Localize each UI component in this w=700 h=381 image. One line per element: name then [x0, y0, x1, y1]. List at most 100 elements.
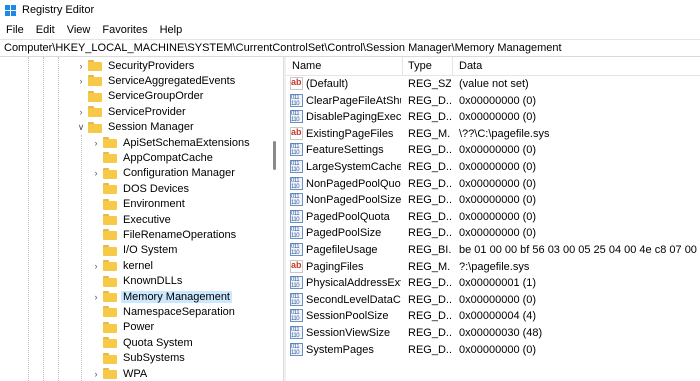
menu-view[interactable]: View: [61, 24, 97, 36]
binary-value-icon: [290, 276, 303, 290]
value-type: REG_D...: [408, 277, 451, 290]
chevron-right-icon[interactable]: ›: [91, 135, 101, 150]
tree-node[interactable]: SubSystems: [91, 351, 187, 366]
value-row[interactable]: LargeSystemCache REG_D... 0x00000000 (0): [286, 159, 700, 175]
chevron-right-icon[interactable]: ›: [76, 104, 86, 119]
tree-node[interactable]: Quota System: [91, 335, 195, 350]
tree-node[interactable]: KnownDLLs: [91, 274, 184, 289]
folder-icon: [103, 275, 117, 287]
value-name: PagingFiles: [306, 260, 364, 273]
folder-icon: [103, 229, 117, 241]
value-row[interactable]: NonPagedPoolQuo... REG_D... 0x00000000 (0): [286, 176, 700, 192]
value-data: 0x00000000 (0): [459, 210, 537, 223]
column-separator[interactable]: [402, 57, 403, 75]
tree-scrollbar-thumb[interactable]: [273, 141, 276, 170]
address-path[interactable]: Computer\HKEY_LOCAL_MACHINE\SYSTEM\Curre…: [0, 42, 562, 54]
tree-guide-line: [43, 57, 45, 381]
tree-node[interactable]: › Configuration Manager: [91, 166, 237, 181]
string-value-icon: [290, 259, 303, 273]
folder-icon: [103, 337, 117, 349]
tree-node[interactable]: DOS Devices: [91, 181, 191, 196]
tree-node-label: Session Manager: [108, 121, 194, 134]
value-row[interactable]: DisablePagingExec... REG_D... 0x00000000 (…: [286, 109, 700, 125]
binary-value-icon: [290, 309, 303, 323]
value-row[interactable]: NonPagedPoolSize REG_D... 0x00000000 (0): [286, 192, 700, 208]
value-row[interactable]: FeatureSettings REG_D... 0x00000000 (0): [286, 142, 700, 158]
value-data: (value not set): [459, 78, 529, 90]
chevron-right-icon[interactable]: ›: [91, 258, 101, 273]
value-type: REG_D...: [408, 161, 451, 173]
value-name: PhysicalAddressExt...: [306, 277, 401, 290]
tree-node[interactable]: AppCompatCache: [91, 150, 215, 165]
value-row[interactable]: SessionViewSize REG_D... 0x00000030 (48): [286, 325, 700, 341]
value-row[interactable]: PhysicalAddressExt... REG_D... 0x00000001 …: [286, 275, 700, 291]
tree-node-label: SubSystems: [123, 352, 185, 365]
value-name: FeatureSettings: [306, 144, 384, 157]
value-type: REG_D...: [408, 293, 451, 306]
title-bar: Registry Editor: [0, 0, 700, 20]
column-header-name[interactable]: Name: [292, 60, 321, 72]
tree-node[interactable]: ∨ Session Manager: [76, 120, 196, 135]
menu-favorites[interactable]: Favorites: [96, 24, 153, 36]
value-row[interactable]: ExistingPageFiles REG_M... \??\C:\pagefile…: [286, 126, 700, 142]
value-data: be 01 00 00 bf 56 03 00 05 25 04 00 4e c…: [459, 244, 700, 256]
tree-node[interactable]: I/O System: [91, 243, 179, 258]
value-data: 0x00000000 (0): [459, 194, 537, 207]
tree-node[interactable]: › SecurityProviders: [76, 58, 196, 73]
value-type: REG_D...: [408, 327, 451, 339]
binary-value-icon: [290, 193, 303, 207]
value-name: NonPagedPoolSize: [306, 194, 401, 207]
value-row[interactable]: PagingFiles REG_M... ?:\pagefile.sys: [286, 259, 700, 275]
value-row[interactable]: PagefileUsage REG_BI... be 01 00 00 bf 56 …: [286, 242, 700, 258]
tree-node[interactable]: Executive: [91, 212, 173, 227]
chevron-right-icon[interactable]: ›: [91, 366, 101, 381]
folder-icon: [103, 152, 117, 164]
tree-node[interactable]: › kernel: [91, 258, 155, 273]
chevron-right-icon[interactable]: ›: [76, 73, 86, 88]
values-list: Name Type Data (Default) REG_SZ (value not…: [286, 57, 700, 381]
menu-edit[interactable]: Edit: [30, 24, 61, 36]
value-name: SessionPoolSize: [306, 310, 389, 323]
tree-scrollbar[interactable]: [270, 57, 282, 381]
chevron-right-icon[interactable]: ›: [91, 166, 101, 181]
tree-node[interactable]: Environment: [91, 197, 187, 212]
column-header-data[interactable]: Data: [459, 60, 482, 72]
menu-file[interactable]: File: [0, 24, 30, 36]
tree-node[interactable]: Power: [91, 320, 156, 335]
chevron-down-icon[interactable]: ∨: [76, 120, 86, 135]
folder-icon: [88, 90, 102, 102]
value-row[interactable]: SessionPoolSize REG_D... 0x00000004 (4): [286, 308, 700, 324]
value-name: PagefileUsage: [306, 244, 378, 256]
value-row[interactable]: ClearPageFileAtShu... REG_D... 0x00000000 …: [286, 93, 700, 109]
column-header-type[interactable]: Type: [408, 60, 432, 72]
tree-node[interactable]: NamespaceSeparation: [91, 304, 237, 319]
tree-node-label: Environment: [123, 198, 185, 211]
tree-node[interactable]: › ServiceProvider: [76, 104, 188, 119]
tree-node-label: ApiSetSchemaExtensions: [123, 136, 250, 149]
tree-node[interactable]: › WPA: [91, 366, 149, 381]
value-row[interactable]: PagedPoolQuota REG_D... 0x00000000 (0): [286, 209, 700, 225]
tree-node[interactable]: ServiceGroupOrder: [76, 89, 205, 104]
binary-value-icon: [290, 226, 303, 240]
menu-help[interactable]: Help: [154, 24, 189, 36]
value-type: REG_D...: [408, 310, 451, 323]
tree-node[interactable]: › Memory Management: [91, 289, 232, 304]
folder-icon: [103, 183, 117, 195]
tree-node[interactable]: › ServiceAggregatedEvents: [76, 73, 237, 88]
chevron-right-icon[interactable]: ›: [76, 58, 86, 73]
value-row[interactable]: SystemPages REG_D... 0x00000000 (0): [286, 342, 700, 358]
value-type: REG_M...: [408, 260, 451, 273]
column-separator[interactable]: [452, 57, 453, 75]
value-row[interactable]: (Default) REG_SZ (value not set): [286, 76, 700, 92]
tree-node-label: Executive: [123, 213, 171, 226]
tree-node[interactable]: FileRenameOperations: [91, 227, 238, 242]
address-bar[interactable]: Computer\HKEY_LOCAL_MACHINE\SYSTEM\Curre…: [0, 39, 700, 57]
value-row[interactable]: PagedPoolSize REG_D... 0x00000000 (0): [286, 225, 700, 241]
chevron-right-icon[interactable]: ›: [91, 289, 101, 304]
value-name: DisablePagingExec...: [306, 111, 401, 124]
tree-node-label: Memory Management: [121, 290, 232, 303]
value-row[interactable]: SecondLevelDataC... REG_D... 0x00000000 (0…: [286, 292, 700, 308]
tree-node-label: Power: [123, 321, 155, 334]
tree-node[interactable]: › ApiSetSchemaExtensions: [91, 135, 252, 150]
